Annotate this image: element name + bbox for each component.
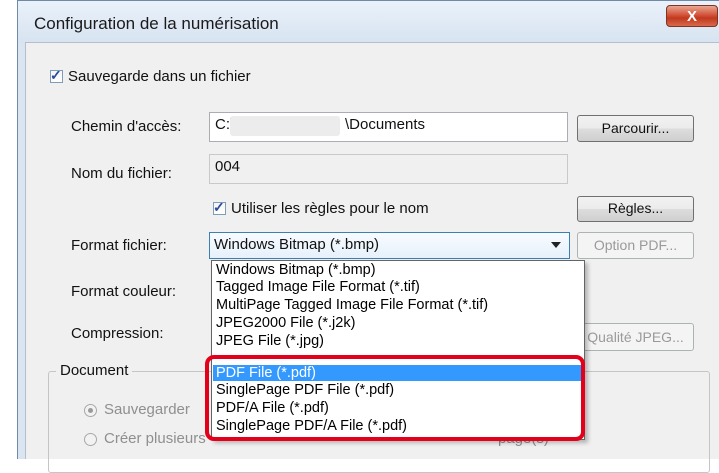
file-format-selected: Windows Bitmap (*.bmp) [214, 236, 380, 253]
dropdown-option[interactable]: Windows Bitmap (*.bmp) [213, 262, 583, 278]
jpeg-quality-button[interactable]: Qualité JPEG... [577, 323, 694, 351]
document-group-title: Document [56, 362, 133, 379]
radio-dot-icon [88, 408, 93, 413]
dropdown-option[interactable]: MultiPage Tagged Image File Format (*.ti… [213, 297, 583, 313]
dropdown-option[interactable]: JPEG2000 File (*.j2k) [213, 315, 583, 331]
pdf-options-highlight [205, 355, 585, 441]
rules-button[interactable]: Règles... [577, 196, 694, 222]
save-to-file-label: Sauvegarde dans un fichier [68, 68, 251, 85]
title-bar: Configuration de la numérisation X [18, 1, 719, 43]
filename-label: Nom du fichier: [71, 165, 172, 182]
pdf-option-button[interactable]: Option PDF... [577, 232, 694, 259]
naming-rules-label: Utiliser les règles pour le nom [231, 200, 429, 217]
browse-button[interactable]: Parcourir... [577, 115, 694, 142]
window-title: Configuration de la numérisation [34, 14, 279, 33]
color-format-label: Format couleur: [71, 283, 177, 300]
checkmark-icon: ✓ [213, 199, 225, 215]
file-format-label: Format fichier: [71, 237, 167, 254]
save-option-label: Sauvegarder [104, 401, 190, 418]
save-option-radio[interactable] [84, 404, 97, 417]
close-button[interactable]: X [666, 5, 718, 27]
file-format-combobox[interactable]: Windows Bitmap (*.bmp) [209, 232, 570, 259]
path-label: Chemin d'accès: [71, 118, 182, 135]
path-suffix: \Documents [345, 116, 426, 133]
multi-option-radio[interactable] [84, 433, 97, 446]
dropdown-option[interactable]: Tagged Image File Format (*.tif) [213, 279, 583, 295]
checkmark-icon: ✓ [50, 67, 62, 83]
chevron-down-icon [551, 242, 561, 248]
filename-field: 004 [209, 154, 568, 184]
path-redaction [230, 116, 340, 136]
save-to-file-checkbox[interactable]: ✓ [50, 67, 63, 83]
naming-rules-checkbox[interactable]: ✓ [213, 199, 226, 215]
multi-option-label: Créer plusieurs [104, 430, 206, 447]
dropdown-option[interactable]: JPEG File (*.jpg) [213, 333, 583, 349]
compression-label: Compression: [71, 325, 164, 342]
